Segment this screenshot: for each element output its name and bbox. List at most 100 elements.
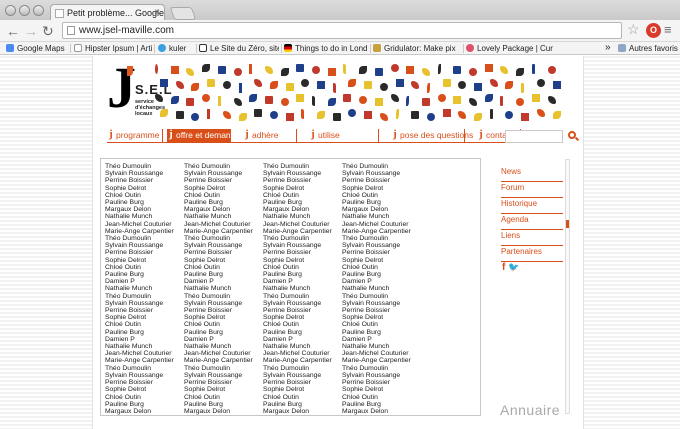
member-name[interactable]: Théo Dumoulin: [105, 235, 185, 242]
back-arrow-icon[interactable]: ←: [6, 22, 20, 40]
member-name[interactable]: Jean-Michel Couturier: [263, 221, 343, 228]
member-name[interactable]: Chloé Outin: [263, 394, 343, 401]
member-name[interactable]: Perrine Boissier: [263, 379, 343, 386]
member-name[interactable]: Sophie Delrot: [105, 185, 185, 192]
member-name[interactable]: Sophie Delrot: [263, 185, 343, 192]
member-name[interactable]: Théo Dumoulin: [342, 293, 422, 300]
member-name[interactable]: Nathalie Munch: [263, 285, 343, 292]
member-name[interactable]: Perrine Boissier: [184, 249, 264, 256]
member-name[interactable]: Pauline Burg: [263, 401, 343, 408]
member-name[interactable]: Pauline Burg: [342, 271, 422, 278]
facebook-icon[interactable]: f: [502, 262, 505, 273]
member-name[interactable]: Pauline Burg: [105, 199, 185, 206]
member-name[interactable]: Jean-Michel Couturier: [105, 350, 185, 357]
member-name[interactable]: Sylvain Roussange: [105, 372, 185, 379]
member-name[interactable]: Théo Dumoulin: [184, 163, 264, 170]
member-name[interactable]: Nathalie Munch: [263, 213, 343, 220]
side-link-0[interactable]: News: [501, 166, 563, 182]
member-name[interactable]: Sophie Delrot: [184, 314, 264, 321]
member-name[interactable]: Jean-Michel Couturier: [105, 221, 185, 228]
member-name[interactable]: Théo Dumoulin: [342, 163, 422, 170]
member-name[interactable]: Margaux Delon: [184, 206, 264, 213]
nav-item-2[interactable]: j adhère: [243, 128, 297, 143]
member-name[interactable]: Perrine Boissier: [263, 249, 343, 256]
member-name[interactable]: Chloé Outin: [263, 192, 343, 199]
member-name[interactable]: Pauline Burg: [184, 199, 264, 206]
member-name[interactable]: Chloé Outin: [105, 321, 185, 328]
side-link-2[interactable]: Historique: [501, 198, 563, 214]
member-name[interactable]: Marie-Ange Carpentier: [263, 228, 343, 235]
member-name[interactable]: Sylvain Roussange: [342, 300, 422, 307]
member-name[interactable]: Nathalie Munch: [342, 343, 422, 350]
member-name[interactable]: Sylvain Roussange: [263, 170, 343, 177]
member-name[interactable]: Sylvain Roussange: [184, 372, 264, 379]
member-name[interactable]: Marie-Ange Carpentier: [263, 357, 343, 364]
bookmark-google-maps[interactable]: Google Maps: [6, 43, 68, 54]
member-name[interactable]: Pauline Burg: [105, 271, 185, 278]
zoom-window-button[interactable]: [33, 5, 44, 16]
member-name[interactable]: Pauline Burg: [342, 199, 422, 206]
member-name[interactable]: Margaux Delon: [263, 206, 343, 213]
member-name[interactable]: Damien P: [105, 278, 185, 285]
member-name[interactable]: Margaux Delon: [105, 408, 185, 415]
member-name[interactable]: Sophie Delrot: [342, 257, 422, 264]
bookmark-other-favorites[interactable]: Autres favoris: [618, 43, 678, 54]
member-name[interactable]: Perrine Boissier: [342, 177, 422, 184]
member-name[interactable]: Perrine Boissier: [105, 379, 185, 386]
member-name[interactable]: Théo Dumoulin: [263, 163, 343, 170]
member-name[interactable]: Marie-Ange Carpentier: [342, 357, 422, 364]
side-link-4[interactable]: Liens: [501, 230, 563, 246]
member-name[interactable]: Damien P: [184, 278, 264, 285]
member-name[interactable]: Margaux Delon: [342, 408, 422, 415]
member-name[interactable]: Sophie Delrot: [184, 185, 264, 192]
nav-item-3[interactable]: j utilise: [309, 128, 379, 143]
bookmark-star-icon[interactable]: ☆: [627, 21, 640, 38]
member-name[interactable]: Chloé Outin: [105, 264, 185, 271]
member-name[interactable]: Sophie Delrot: [342, 314, 422, 321]
member-name[interactable]: Sylvain Roussange: [342, 242, 422, 249]
member-name[interactable]: Perrine Boissier: [342, 249, 422, 256]
member-name[interactable]: Nathalie Munch: [184, 285, 264, 292]
member-name[interactable]: Chloé Outin: [184, 192, 264, 199]
member-name[interactable]: Sophie Delrot: [105, 386, 185, 393]
member-name[interactable]: Chloé Outin: [342, 394, 422, 401]
member-directory-list[interactable]: Théo Dumoulin Sylvain Roussange Perrine Bo…: [100, 158, 481, 416]
member-name[interactable]: Sophie Delrot: [105, 257, 185, 264]
member-name[interactable]: Sylvain Roussange: [105, 242, 185, 249]
member-name[interactable]: Margaux Delon: [105, 206, 185, 213]
member-name[interactable]: Marie-Ange Carpentier: [105, 357, 185, 364]
twitter-icon[interactable]: 🐦: [508, 262, 519, 272]
member-name[interactable]: Chloé Outin: [342, 192, 422, 199]
member-name[interactable]: Sylvain Roussange: [105, 300, 185, 307]
extension-icon[interactable]: O: [646, 23, 661, 38]
browser-menu-icon[interactable]: ≡: [664, 22, 672, 37]
member-name[interactable]: Margaux Delon: [184, 408, 264, 415]
member-name[interactable]: Perrine Boissier: [105, 307, 185, 314]
member-name[interactable]: Chloé Outin: [184, 321, 264, 328]
tab-close-icon[interactable]: ×: [154, 5, 160, 21]
member-name[interactable]: Chloé Outin: [263, 264, 343, 271]
member-name[interactable]: Nathalie Munch: [184, 343, 264, 350]
forward-arrow-icon[interactable]: →: [24, 22, 38, 40]
bookmark-hipster-ipsum[interactable]: Hipster Ipsum | Artis: [74, 43, 152, 54]
member-name[interactable]: Sophie Delrot: [184, 386, 264, 393]
member-name[interactable]: Pauline Burg: [263, 329, 343, 336]
member-name[interactable]: Chloé Outin: [105, 394, 185, 401]
bookmarks-overflow-icon[interactable]: »: [605, 43, 611, 53]
search-input[interactable]: [505, 130, 563, 143]
member-name[interactable]: Théo Dumoulin: [263, 293, 343, 300]
bookmark-lovely-package[interactable]: Lovely Package | Cur: [466, 43, 578, 54]
member-name[interactable]: Sophie Delrot: [342, 185, 422, 192]
member-name[interactable]: Sophie Delrot: [263, 314, 343, 321]
side-link-3[interactable]: Agenda: [501, 214, 563, 230]
directory-scrollbar[interactable]: [565, 159, 570, 414]
member-name[interactable]: Théo Dumoulin: [184, 293, 264, 300]
member-name[interactable]: Chloé Outin: [184, 394, 264, 401]
member-name[interactable]: Sylvain Roussange: [342, 170, 422, 177]
member-name[interactable]: Nathalie Munch: [184, 213, 264, 220]
member-name[interactable]: Chloé Outin: [105, 192, 185, 199]
member-name[interactable]: Jean-Michel Couturier: [342, 221, 422, 228]
member-name[interactable]: Damien P: [263, 336, 343, 343]
member-name[interactable]: Sylvain Roussange: [263, 242, 343, 249]
bookmark-kuler[interactable]: kuler: [158, 43, 194, 54]
